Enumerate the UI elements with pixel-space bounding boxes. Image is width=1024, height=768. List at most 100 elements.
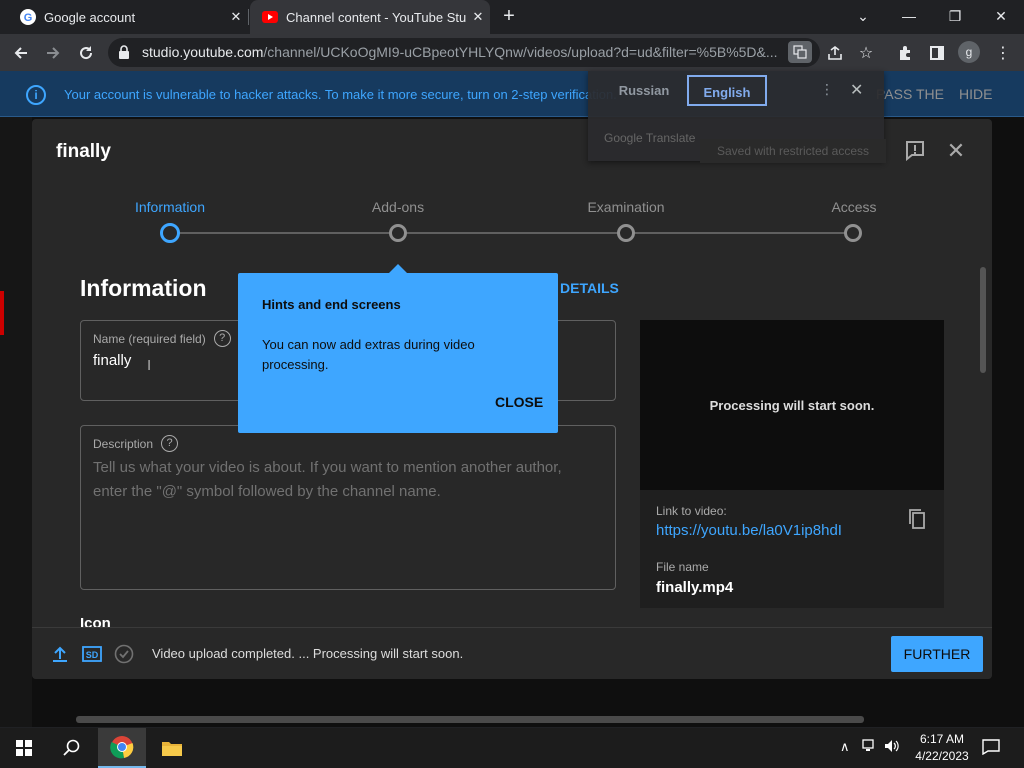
lock-icon[interactable] xyxy=(118,45,130,64)
saved-status: Saved with restricted access xyxy=(700,139,886,163)
processing-message: Processing will start soon. xyxy=(709,398,875,413)
windows-start-icon[interactable] xyxy=(0,728,48,768)
video-link[interactable]: https://youtu.be/la0V1ip8hdI xyxy=(656,522,842,539)
step-dot-information[interactable] xyxy=(160,223,180,243)
browser-toolbar: studio.youtube.com/channel/UCKoOgMI9-uCB… xyxy=(0,34,1024,71)
back-icon[interactable] xyxy=(8,40,34,66)
step-examination[interactable]: Examination xyxy=(556,199,696,215)
tab-search-icon[interactable]: ⌄ xyxy=(840,0,886,34)
taskbar-search-icon[interactable] xyxy=(48,728,96,768)
network-icon[interactable] xyxy=(862,739,878,756)
hint-body: You can now add extras during video proc… xyxy=(262,337,475,372)
translate-icon[interactable] xyxy=(788,41,812,63)
share-icon[interactable] xyxy=(822,40,848,66)
bookmark-star-icon[interactable]: ☆ xyxy=(853,40,879,66)
url-path: /channel/UCKoOgMI9-uCBpeotYHLYQnw/videos… xyxy=(263,44,778,60)
description-placeholder[interactable]: Tell us what your video is about. If you… xyxy=(93,456,593,504)
side-panel-icon[interactable] xyxy=(924,40,950,66)
hint-close-button[interactable]: CLOSE xyxy=(495,394,543,410)
sidebar-active-indicator xyxy=(0,291,4,335)
help-icon[interactable]: ? xyxy=(213,330,231,347)
file-name: finally.mp4 xyxy=(656,579,734,596)
profile-avatar[interactable]: g xyxy=(958,41,980,63)
description-field[interactable]: Description ? Tell us what your video is… xyxy=(80,425,616,590)
title-input[interactable]: finally xyxy=(93,352,131,369)
upload-icon xyxy=(50,644,70,664)
notification-icon[interactable] xyxy=(982,739,1000,758)
tab-title: Google account xyxy=(44,9,136,25)
dialog-scrollbar[interactable] xyxy=(980,267,986,373)
description-field-label: Description ? xyxy=(93,435,179,452)
reload-icon[interactable] xyxy=(73,40,99,66)
info-icon: i xyxy=(26,85,46,105)
details-link[interactable]: DETAILS xyxy=(560,280,619,296)
file-name-label: File name xyxy=(656,560,709,574)
tab-separator xyxy=(248,9,249,25)
taskbar-chrome-icon[interactable] xyxy=(98,728,146,768)
volume-icon[interactable] xyxy=(884,739,900,756)
check-circle-icon xyxy=(114,644,134,664)
google-icon: G xyxy=(20,9,36,25)
title-label-text: Name (required field) xyxy=(93,331,206,346)
dialog-title: finally xyxy=(56,141,111,162)
extensions-icon[interactable] xyxy=(892,40,918,66)
minimize-icon[interactable]: — xyxy=(886,0,932,34)
taskbar-date[interactable]: 4/22/2023 xyxy=(909,749,975,763)
tab-close-icon[interactable]: ✕ xyxy=(224,9,248,25)
step-dot-add-ons[interactable] xyxy=(389,224,407,242)
tab-channel-content[interactable]: Channel content - YouTube Studio ✕ xyxy=(250,0,490,34)
page-horizontal-scrollbar[interactable] xyxy=(76,716,864,723)
step-information[interactable]: Information xyxy=(100,199,240,215)
section-title: Information xyxy=(80,275,207,301)
video-player[interactable]: Processing will start soon. xyxy=(640,320,944,490)
window-close-icon[interactable]: ✕ xyxy=(978,0,1024,34)
sd-quality-icon: SD xyxy=(82,644,102,664)
url-host: studio.youtube.com xyxy=(142,44,264,60)
thumbnail-heading: Icon xyxy=(80,615,111,627)
tab-title: Channel content - YouTube Studio xyxy=(286,9,466,25)
windows-taskbar: ∧ 6:17 AM 4/22/2023 xyxy=(0,728,1024,768)
tab-google-account[interactable]: G Google account ✕ xyxy=(8,0,248,34)
target-language-tab[interactable]: English xyxy=(687,75,767,106)
studio-sidebar xyxy=(0,117,32,727)
further-button[interactable]: FURTHER xyxy=(891,636,983,672)
tab-close-icon[interactable]: ✕ xyxy=(466,9,490,25)
stepper-track xyxy=(170,232,854,234)
address-bar[interactable]: studio.youtube.com/channel/UCKoOgMI9-uCB… xyxy=(108,38,820,67)
feedback-icon[interactable] xyxy=(904,139,926,162)
banner-hide-button[interactable]: HIDE xyxy=(959,86,992,102)
dialog-footer: SD Video upload completed. ... Processin… xyxy=(32,627,992,679)
step-dot-access[interactable] xyxy=(844,224,862,242)
translate-options-icon[interactable]: ⋮ xyxy=(820,81,834,98)
title-field-label: Name (required field) ? xyxy=(93,330,231,347)
google-translate-brand: Google Translate xyxy=(604,131,696,145)
forward-icon[interactable] xyxy=(40,40,66,66)
upload-status-text: Video upload completed. ... Processing w… xyxy=(152,646,464,661)
restore-icon[interactable]: ❐ xyxy=(932,0,978,34)
step-access[interactable]: Access xyxy=(784,199,924,215)
youtube-icon xyxy=(262,9,278,25)
source-language-tab[interactable]: Russian xyxy=(604,75,684,106)
tray-chevron-up-icon[interactable]: ∧ xyxy=(840,739,850,755)
description-label-text: Description xyxy=(93,436,154,451)
hint-popup: Hints and end screens You can now add ex… xyxy=(238,264,558,433)
taskbar-file-explorer-icon[interactable] xyxy=(148,728,196,768)
taskbar-time[interactable]: 6:17 AM xyxy=(914,732,970,746)
text-cursor-icon: I xyxy=(147,357,152,374)
dialog-close-icon[interactable]: ✕ xyxy=(944,139,968,163)
copy-icon[interactable] xyxy=(908,508,925,529)
browser-tab-strip: G Google account ✕ Channel content - You… xyxy=(0,0,1024,34)
sd-badge-text: SD xyxy=(86,650,99,660)
video-preview-card: Processing will start soon. Link to vide… xyxy=(640,320,944,608)
svg-text:G: G xyxy=(24,12,33,24)
translate-close-icon[interactable]: ✕ xyxy=(850,80,863,100)
hint-title: Hints and end screens xyxy=(262,297,401,312)
step-add-ons[interactable]: Add-ons xyxy=(328,199,468,215)
menu-kebab-icon[interactable]: ⋮ xyxy=(990,40,1016,66)
step-dot-examination[interactable] xyxy=(617,224,635,242)
banner-pass-button[interactable]: PASS THE xyxy=(876,86,944,102)
banner-message: Your account is vulnerable to hacker att… xyxy=(64,87,617,102)
url-text: studio.youtube.com/channel/UCKoOgMI9-uCB… xyxy=(142,44,782,60)
new-tab-button[interactable]: + xyxy=(498,6,520,28)
help-icon[interactable]: ? xyxy=(161,435,179,452)
